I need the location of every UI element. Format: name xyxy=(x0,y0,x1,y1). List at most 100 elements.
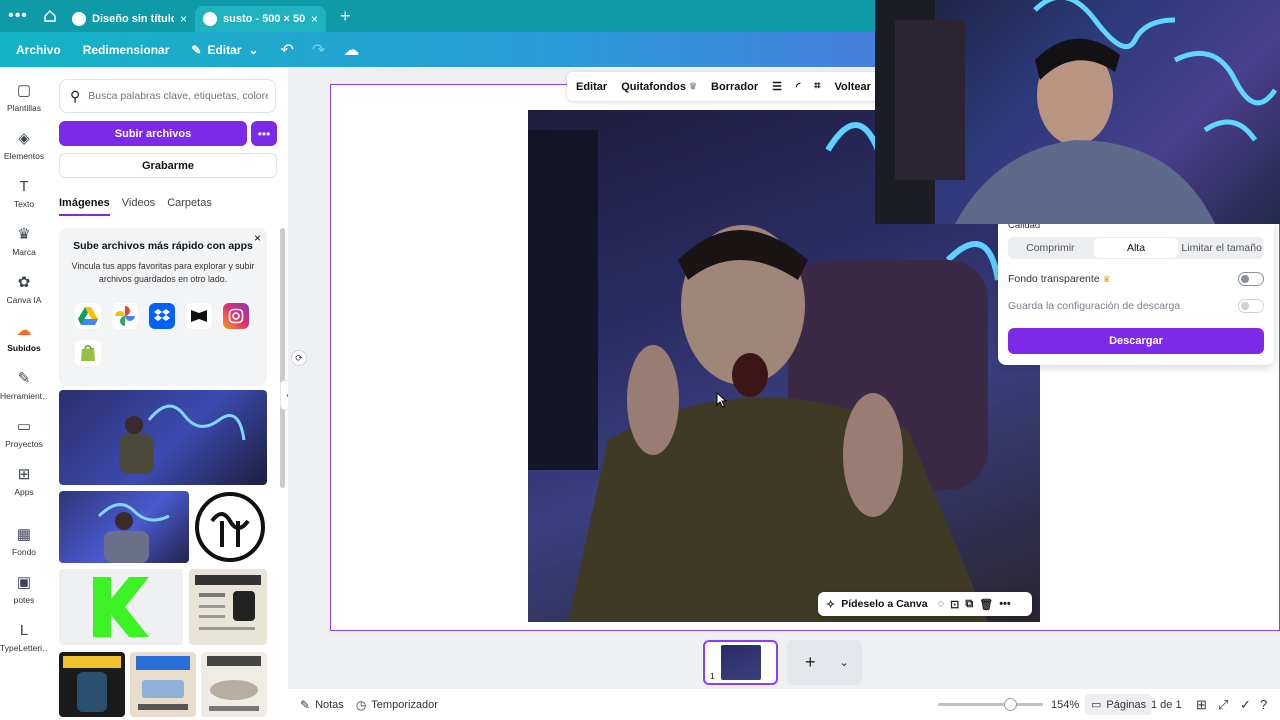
fullscreen-icon[interactable]: ⤢ xyxy=(1218,697,1228,713)
upload-files-button[interactable]: Subir archivos xyxy=(59,121,247,146)
timer-button[interactable]: ◷ Temporizador xyxy=(356,698,438,712)
tab-close-icon[interactable]: × xyxy=(311,12,318,26)
rail-item-elements[interactable]: ◈ Elementos xyxy=(0,129,48,161)
remove-background-button[interactable]: Quitafondos ♛ xyxy=(621,81,697,93)
edit-image-button[interactable]: Editar xyxy=(576,81,607,93)
quality-segmented-control: Comprimir Alta Limitar el tamaño xyxy=(1008,237,1264,259)
comment-add-icon[interactable]: ◌ xyxy=(938,598,945,610)
compress-option[interactable]: Comprimir xyxy=(1008,238,1093,258)
capcut-icon[interactable] xyxy=(186,303,212,329)
crown-icon: ♛ xyxy=(688,81,698,91)
zoom-level[interactable]: 154% xyxy=(1051,699,1079,711)
rail-item-brand[interactable]: ♛ Marca xyxy=(0,225,48,257)
help-icon[interactable]: ? xyxy=(1260,697,1267,712)
undo-icon[interactable]: ↶ xyxy=(281,40,294,60)
border-style-icon[interactable]: ☰ xyxy=(772,80,782,93)
redo-icon[interactable]: ↷ xyxy=(312,40,325,60)
rail-item-tools[interactable]: ✎ Herramient… xyxy=(0,369,51,401)
transparent-bg-toggle[interactable] xyxy=(1238,272,1264,286)
download-button[interactable]: Descargar xyxy=(1008,328,1264,354)
rail-item-typelettering[interactable]: L TypeLetteri… xyxy=(0,621,51,653)
rail-item-text[interactable]: T Texto xyxy=(0,177,48,209)
upload-more-button[interactable]: ••• xyxy=(251,121,277,146)
tools-icon: ✎ xyxy=(17,370,31,387)
search-icon: ⚲ xyxy=(70,87,81,104)
rail-item-potes[interactable]: ▣ potes xyxy=(0,573,48,605)
canva-ai-icon: ✿ xyxy=(17,274,31,291)
rail-item-canva-ai[interactable]: ✿ Canva IA xyxy=(0,273,48,305)
tab-images[interactable]: Imágenes xyxy=(59,197,110,216)
search-input[interactable] xyxy=(88,90,269,102)
zoom-slider[interactable] xyxy=(938,698,1043,711)
google-photos-icon[interactable] xyxy=(112,303,138,329)
page-thumbnail[interactable]: 1 xyxy=(703,640,778,685)
rail-item-label: Proyectos xyxy=(5,439,43,449)
notes-button[interactable]: ✎ Notas xyxy=(300,698,344,712)
eraser-button[interactable]: Borrador xyxy=(711,81,758,93)
new-tab-button[interactable]: + xyxy=(340,6,351,27)
corner-rounding-icon[interactable]: ◜ xyxy=(796,80,800,93)
cloud-save-icon[interactable]: ☁ xyxy=(343,40,359,60)
dropbox-icon[interactable] xyxy=(149,303,175,329)
canva-favicon-icon xyxy=(203,12,218,26)
logo-thumbnail[interactable] xyxy=(194,491,267,563)
flip-button[interactable]: Voltear xyxy=(834,81,870,93)
rail-item-label: Herramient… xyxy=(0,391,51,401)
ad-thumbnail[interactable] xyxy=(130,652,196,717)
lock-icon[interactable]: ⊡ xyxy=(950,598,959,611)
rail-item-label: Plantillas xyxy=(6,103,42,113)
product-ad-thumbnail[interactable] xyxy=(189,569,267,645)
uploaded-image-thumbnail[interactable] xyxy=(59,390,267,485)
browser-menu-button[interactable]: ••• xyxy=(0,7,36,25)
chevron-down-icon: ⌄ xyxy=(248,42,259,57)
search-box[interactable]: ⚲ xyxy=(59,79,276,113)
duplicate-icon[interactable]: ⧉ xyxy=(965,598,973,611)
pages-button[interactable]: ▭ Páginas xyxy=(1085,694,1153,715)
green-k-thumbnail[interactable] xyxy=(59,569,183,645)
ask-canva-button[interactable]: Pídeselo a Canva xyxy=(841,598,927,610)
more-options-icon[interactable]: ••• xyxy=(999,598,1011,610)
rail-item-templates[interactable]: ▢ Plantillas xyxy=(0,81,48,113)
tab-folders[interactable]: Carpetas xyxy=(167,197,212,216)
save-settings-toggle[interactable] xyxy=(1238,299,1264,313)
page-counter: 1 de 1 xyxy=(1151,699,1182,711)
ad-thumbnail[interactable] xyxy=(201,652,267,717)
shopify-icon[interactable] xyxy=(75,340,101,366)
home-icon[interactable] xyxy=(36,0,64,32)
remove-background-label: Quitafondos xyxy=(621,80,686,93)
browser-tab-design[interactable]: Diseño sin título - l… × xyxy=(64,6,195,32)
check-circle-icon[interactable]: ✓ xyxy=(1240,697,1251,713)
rail-item-projects[interactable]: ▭ Proyectos xyxy=(0,417,48,449)
high-option[interactable]: Alta xyxy=(1093,238,1179,258)
tab-videos[interactable]: Videos xyxy=(122,197,155,216)
grid-view-icon[interactable]: ⊞ xyxy=(1196,697,1207,713)
rail-item-background[interactable]: ▦ Fondo xyxy=(0,525,48,557)
background-pattern-icon: ▦ xyxy=(16,526,32,543)
record-yourself-button[interactable]: Grabarme xyxy=(59,153,277,178)
trash-icon[interactable]: 🗑 xyxy=(979,598,993,611)
chevron-down-icon[interactable]: ⌄ xyxy=(840,656,849,669)
panel-scrollbar[interactable] xyxy=(280,228,285,488)
close-icon[interactable]: × xyxy=(254,231,261,245)
zoom-slider-knob[interactable] xyxy=(1004,698,1017,711)
rail-item-uploads[interactable]: ☁ Subidos xyxy=(0,321,48,353)
rotate-icon[interactable]: ⟳ xyxy=(291,350,307,366)
file-menu[interactable]: Archivo xyxy=(16,43,61,57)
ad-thumbnail[interactable] xyxy=(59,652,125,717)
edit-menu[interactable]: ✎ Editar ⌄ xyxy=(191,43,258,57)
crop-icon[interactable]: ⌗ xyxy=(814,80,820,93)
add-page-button[interactable]: + ⌄ xyxy=(787,640,862,685)
save-settings-row: Guarda la configuración de descarga xyxy=(1008,299,1264,313)
rail-item-apps[interactable]: ⊞ Apps xyxy=(0,465,48,497)
resize-menu[interactable]: Redimensionar xyxy=(83,43,170,57)
plus-icon: + xyxy=(805,652,816,672)
browser-tab-susto[interactable]: susto - 500 × 500 px × xyxy=(195,6,327,32)
notes-icon: ✎ xyxy=(300,697,311,712)
google-drive-icon[interactable] xyxy=(75,303,101,329)
rail-item-label: Marca xyxy=(12,247,36,257)
instagram-icon[interactable] xyxy=(223,303,249,329)
limit-size-option[interactable]: Limitar el tamaño xyxy=(1179,238,1264,258)
tab-close-icon[interactable]: × xyxy=(180,12,187,26)
rail-item-label: Canva IA xyxy=(6,295,42,305)
uploaded-image-thumbnail[interactable] xyxy=(59,491,189,563)
